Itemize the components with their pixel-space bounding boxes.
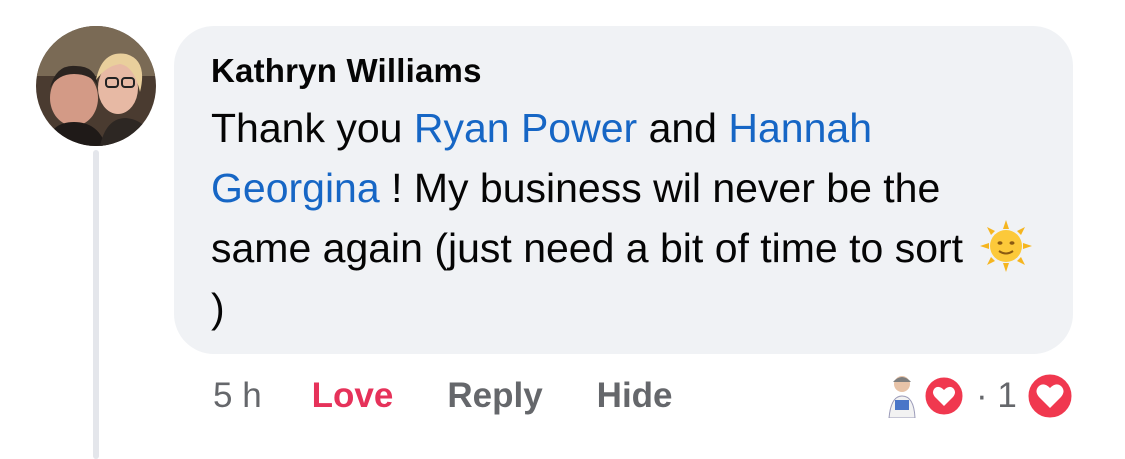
comment-text: Thank you Ryan Power and Hannah Georgina… (211, 98, 1041, 338)
comment-author-name[interactable]: Kathryn Williams (211, 52, 482, 90)
thread-line (93, 150, 99, 459)
comment-text-part: and (637, 105, 729, 151)
love-heart-icon (1025, 371, 1075, 421)
comment-actions: 5 h Love Reply Hide (213, 372, 727, 420)
comment-text-part: ) (211, 285, 225, 331)
comment-text-part: Thank you (211, 105, 414, 151)
author-avatar[interactable] (36, 26, 156, 146)
reaction-summary[interactable]: · 1 (884, 371, 1075, 421)
hide-button[interactable]: Hide (597, 376, 673, 416)
love-button[interactable]: Love (312, 376, 394, 416)
comment-timestamp[interactable]: 5 h (213, 376, 262, 416)
love-heart-icon (922, 374, 966, 418)
sun-with-face-emoji-icon (980, 220, 1033, 272)
reactor-avatar-icon (888, 376, 916, 418)
mention-link[interactable]: Ryan Power (414, 105, 637, 151)
reply-button[interactable]: Reply (447, 376, 542, 416)
reaction-count: · 1 (976, 376, 1017, 415)
